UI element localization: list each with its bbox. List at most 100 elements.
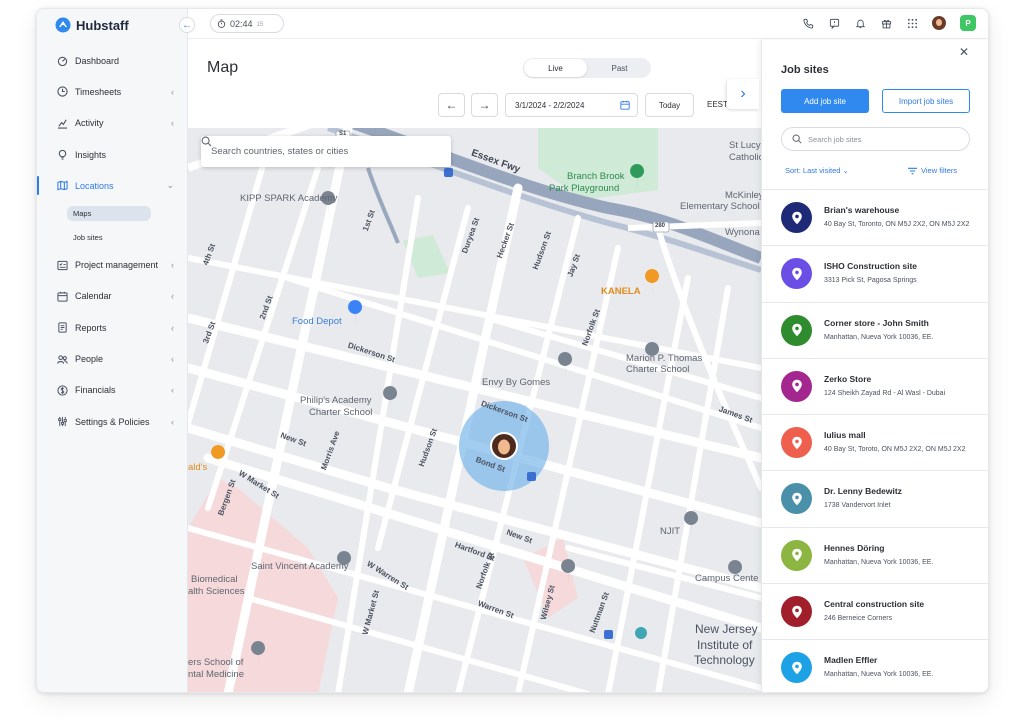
sidebar-item-project-management[interactable]: Project management ‹ <box>37 249 188 280</box>
gift-icon[interactable] <box>880 17 892 29</box>
job-site-row[interactable]: Central construction site 246 Berneice Co… <box>762 583 988 639</box>
sidebar-item-label: Dashboard <box>75 55 120 66</box>
sidebar-item-activity[interactable]: Activity ‹ <box>37 108 188 139</box>
map-search-box[interactable] <box>201 136 451 167</box>
sidebar-item-label: Financials <box>75 385 116 396</box>
today-button[interactable]: Today <box>645 93 694 117</box>
phone-icon[interactable] <box>802 17 814 29</box>
job-sites-list: Brian's warehouse 40 Bay St, Toronto, ON … <box>762 189 988 692</box>
poi-label: KIPP SPARK Academy <box>240 193 338 204</box>
poi-label: ers School of <box>188 657 244 668</box>
map-search-input[interactable] <box>211 146 421 157</box>
user-avatar[interactable] <box>932 16 946 30</box>
job-site-row[interactable]: Madlen Effler Manhattan, Nueva York 10036… <box>762 639 988 692</box>
sort-dropdown[interactable]: Sort: Last visited ⌄ <box>785 166 849 175</box>
bell-icon[interactable] <box>854 17 866 29</box>
sidebar-item-people[interactable]: People ‹ <box>37 343 188 374</box>
chevron-left-icon: ‹ <box>171 322 174 333</box>
job-site-address: 40 Bay St, Toronto, ON M5J 2X2, ON M5J 2… <box>824 221 970 228</box>
sidebar-subitem-label: Maps <box>67 205 152 221</box>
dashboard-icon <box>57 55 68 67</box>
poi-label: Institute of <box>697 638 753 652</box>
map-graphics <box>188 128 761 692</box>
topbar-actions: P <box>802 15 976 31</box>
poi-label: Park Playground <box>549 183 620 194</box>
sidebar-item-label: Insights <box>75 149 107 160</box>
poi-label: St Lucy <box>729 140 761 151</box>
job-site-row[interactable]: Dr. Lenny Bedewitz 1738 Vandervort Inlet <box>762 470 988 526</box>
location-pin-icon <box>791 492 802 506</box>
poi-label: KANELA <box>601 286 641 297</box>
collapse-sidebar-button[interactable]: ← <box>179 17 195 33</box>
job-site-name: Brian's warehouse <box>824 205 900 215</box>
job-site-row[interactable]: Hennes Döring Manhattan, Nueva York 10036… <box>762 526 988 583</box>
location-pin-icon <box>791 323 802 337</box>
job-site-row[interactable]: Iulius mall 40 Bay St, Toroto, ON M5J 2X2… <box>762 414 988 470</box>
reports-icon <box>57 322 68 333</box>
tab-live[interactable]: Live <box>524 59 587 77</box>
job-site-row[interactable]: Corner store - John Smith Manhattan, Nuev… <box>762 301 988 358</box>
sidebar-item-timesheets[interactable]: Timesheets ‹ <box>37 76 188 107</box>
sidebar-subitem-job-sites[interactable]: Job sites <box>37 225 188 249</box>
highway-shield: S1 <box>339 131 347 137</box>
job-site-row[interactable]: ISHO Construction site 3313 Pick St, Pago… <box>762 245 988 301</box>
poi-label: Wynona <box>725 227 760 238</box>
chevron-left-icon: ‹ <box>171 354 174 365</box>
sidebar-item-label: Calendar <box>75 291 112 302</box>
sidebar-item-calendar[interactable]: Calendar ‹ <box>37 281 188 312</box>
apps-grid-icon[interactable] <box>906 17 918 29</box>
poi-label: ntal Medicine <box>188 669 244 680</box>
calendar-icon <box>57 291 68 302</box>
sidebar-item-label: Project management <box>75 260 159 271</box>
job-site-avatar <box>781 539 812 571</box>
poi-label: Charter School <box>626 364 690 375</box>
job-sites-search[interactable] <box>781 127 970 151</box>
tab-past[interactable]: Past <box>588 58 651 78</box>
settings-icon <box>57 416 68 427</box>
next-date-button[interactable]: → <box>471 93 498 117</box>
people-icon <box>57 354 68 365</box>
sidebar-item-dashboard[interactable]: Dashboard <box>37 45 188 76</box>
view-filters-button[interactable]: View filters <box>908 166 957 175</box>
sidebar-subitem-label: Job sites <box>73 232 103 242</box>
sidebar-subitem-maps[interactable]: Maps <box>37 201 188 225</box>
sidebar-item-label: Settings & Policies <box>75 416 150 427</box>
sidebar-item-financials[interactable]: Financials ‹ <box>37 375 188 406</box>
job-site-name: Central construction site <box>824 599 925 610</box>
chevron-right-icon: › <box>740 85 746 102</box>
date-range-picker[interactable]: 3/1/2024 - 2/2/2024 <box>505 93 638 117</box>
map-canvas[interactable]: KIPP SPARK Academy Branch Brook Park Pla… <box>188 128 761 692</box>
sidebar-item-insights[interactable]: Insights <box>37 139 188 170</box>
timer-seconds: 15 <box>256 21 264 28</box>
sidebar-item-locations[interactable]: Locations ⌄ <box>37 170 188 201</box>
dollar-icon <box>57 385 68 396</box>
sidebar-item-reports[interactable]: Reports ‹ <box>37 312 188 343</box>
previous-date-button[interactable]: ← <box>438 93 465 117</box>
chevron-left-icon: ‹ <box>171 385 174 396</box>
poi-label: Envy By Gomes <box>482 377 551 388</box>
location-pin-icon <box>791 605 802 618</box>
add-job-site-button[interactable]: Add job site <box>781 89 869 113</box>
job-site-name: Corner store - John Smith <box>824 317 929 328</box>
poi-label: Elementary School <box>680 201 760 212</box>
search-icon <box>792 134 802 144</box>
import-job-sites-button[interactable]: Import job sites <box>882 89 970 113</box>
organization-badge[interactable]: P <box>960 15 976 31</box>
chevron-down-icon: ⌄ <box>166 180 174 191</box>
close-panel-button[interactable]: ✕ <box>959 45 969 59</box>
sidebar: Hubstaff ← Dashboard Timesheets ‹ Activi… <box>37 9 195 692</box>
message-icon[interactable] <box>828 17 840 29</box>
poi-label: Biomedical <box>191 574 238 585</box>
sidebar-item-label: Locations <box>75 180 114 191</box>
poi-label: ald's <box>188 462 208 473</box>
logo[interactable]: Hubstaff <box>55 16 129 34</box>
job-site-row[interactable]: Brian's warehouse 40 Bay St, Toronto, ON … <box>762 189 988 245</box>
expand-panel-button[interactable]: › <box>727 79 759 109</box>
job-sites-search-input[interactable] <box>808 134 958 144</box>
time-tracker-widget[interactable]: 02:44 15 <box>210 14 284 33</box>
job-site-row[interactable]: Zerko Store 124 Sheikh Zayad Rd - Al Wasl… <box>762 357 988 414</box>
sidebar-item-label: People <box>75 354 104 365</box>
sidebar-item-settings-policies[interactable]: Settings & Policies ‹ <box>37 406 188 437</box>
chevron-left-icon: ‹ <box>171 291 174 302</box>
poi-label: Technology <box>694 653 755 667</box>
